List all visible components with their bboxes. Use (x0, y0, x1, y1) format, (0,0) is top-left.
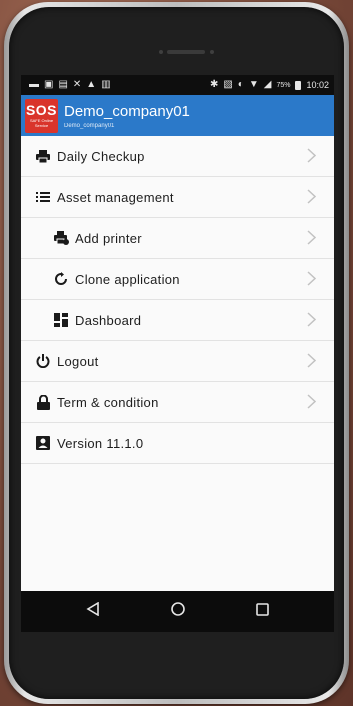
earpiece (167, 50, 205, 54)
menu-item-dashboard[interactable]: Dashboard (21, 300, 334, 341)
message-icon: ▬ (29, 79, 39, 90)
menu-item-asset-management[interactable]: Asset management (21, 177, 334, 218)
camera-dot (210, 50, 214, 54)
app-screen: ▬ ▣ ▤ ✕ ▲ ▥ ✱ ▧ ◐ ▼ ◢ 75% 10:02 SOS SAFE… (21, 75, 334, 632)
printer-icon (35, 148, 51, 164)
version-label: Version 11.1.0 (57, 435, 144, 451)
wifi-icon: ▼ (248, 79, 259, 90)
lock-icon (35, 394, 51, 410)
chevron-right-icon (307, 189, 317, 207)
logo-text: SOS (25, 101, 58, 118)
status-right-icons: ✱ ▧ ◐ ▼ ◢ 75% 10:02 (209, 79, 329, 91)
menu-item-label: Daily Checkup (57, 148, 145, 164)
image-icon: ▣ (44, 79, 54, 90)
menu-item-label: Logout (57, 353, 99, 369)
recents-icon[interactable] (256, 602, 269, 621)
data-saver-icon: ◐ (237, 79, 244, 90)
drawer-header: SOS SAFE Online Service Demo_company01 D… (21, 95, 334, 136)
back-icon[interactable] (86, 601, 100, 621)
chevron-right-icon (307, 230, 317, 248)
menu-item-logout[interactable]: Logout (21, 341, 334, 382)
sos-logo: SOS SAFE Online Service (25, 98, 58, 133)
company-subtitle: Demo_company01 (64, 122, 115, 129)
menu-item-add-printer[interactable]: Add printer (21, 218, 334, 259)
battery-icon (295, 80, 302, 90)
chevron-right-icon (307, 312, 317, 330)
status-left-icons: ▬ ▣ ▤ ✕ ▲ ▥ (29, 80, 111, 90)
menu-item-label: Term & condition (57, 394, 159, 410)
home-icon[interactable] (170, 601, 186, 622)
nfc-icon: ▧ (223, 79, 233, 90)
sensor-dot (159, 50, 163, 54)
status-time: 10:02 (306, 80, 329, 90)
power-icon (35, 353, 51, 369)
warning-icon: ▲ (86, 79, 97, 90)
notes-icon: ▥ (101, 79, 111, 90)
menu-item-label: Clone application (75, 271, 180, 287)
sync-icon (53, 271, 69, 287)
header-text: Demo_company01 Demo_company01 (64, 103, 190, 129)
logo-subtext: SAFE Online Service (29, 117, 54, 128)
drawer-menu: Daily Checkup Asset management Add print… (21, 136, 334, 614)
list-icon (35, 189, 51, 205)
missed-call-icon: ✕ (72, 79, 82, 90)
chevron-right-icon (307, 394, 317, 412)
add-printer-icon (53, 230, 69, 246)
chevron-right-icon (307, 353, 317, 371)
account-box-icon (35, 435, 51, 451)
menu-item-label: Dashboard (75, 312, 142, 328)
bluetooth-icon: ✱ (209, 79, 219, 90)
android-nav-bar (21, 591, 334, 632)
menu-item-daily-checkup[interactable]: Daily Checkup (21, 136, 334, 177)
mail-icon: ▤ (58, 79, 68, 90)
company-name: Demo_company01 (64, 102, 190, 120)
menu-item-label: Asset management (57, 189, 174, 205)
menu-item-clone-application[interactable]: Clone application (21, 259, 334, 300)
menu-item-term-condition[interactable]: Term & condition (21, 382, 334, 423)
chevron-right-icon (307, 148, 317, 166)
menu-item-version: Version 11.1.0 (21, 423, 334, 464)
dashboard-icon (53, 312, 69, 328)
battery-percent: 75% (276, 81, 291, 89)
chevron-right-icon (307, 271, 317, 289)
menu-item-label: Add printer (75, 230, 142, 246)
status-bar: ▬ ▣ ▤ ✕ ▲ ▥ ✱ ▧ ◐ ▼ ◢ 75% 10:02 (21, 75, 334, 95)
signal-icon: ◢ (263, 79, 272, 90)
